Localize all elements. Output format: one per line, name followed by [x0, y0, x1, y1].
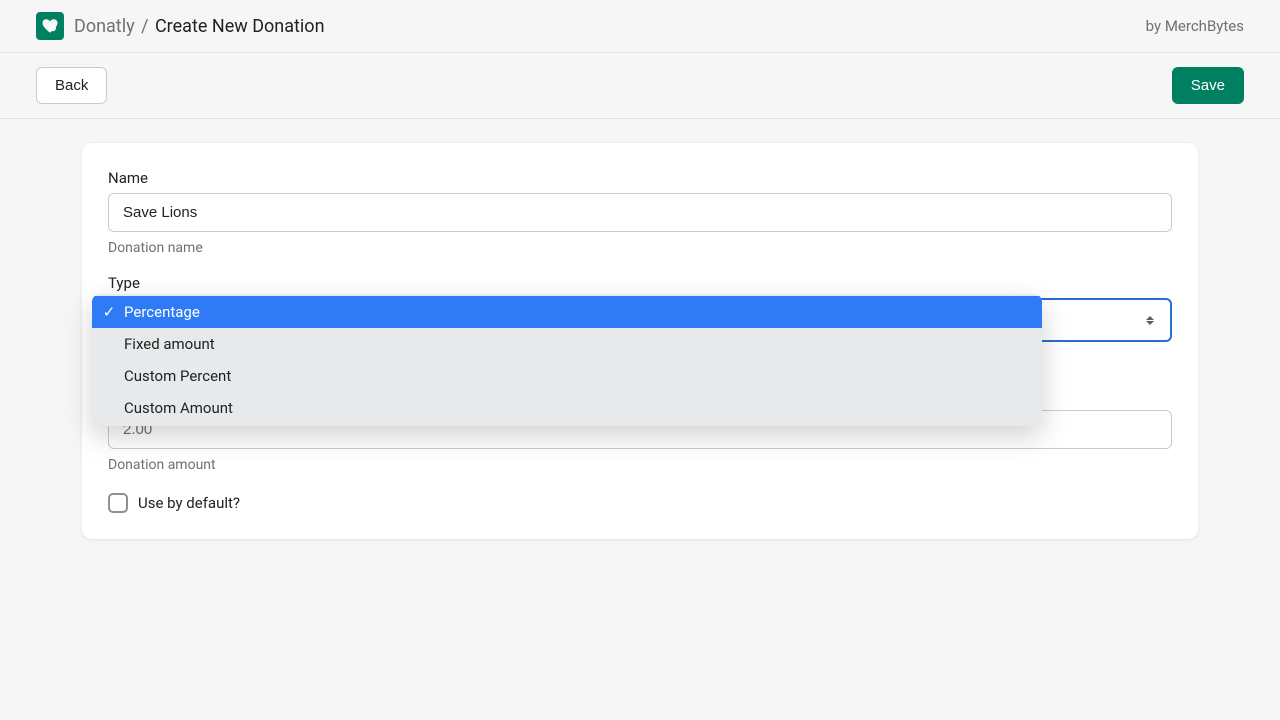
action-bar: Back Save	[0, 53, 1280, 119]
type-option-label: Fixed amount	[124, 332, 215, 356]
back-button[interactable]: Back	[36, 67, 107, 104]
check-icon: ✓	[102, 300, 116, 324]
name-helper: Donation name	[108, 240, 1172, 256]
form-card: Name Donation name Type ✓ Percentage	[82, 143, 1198, 539]
type-option-custom-percent[interactable]: Custom Percent	[92, 360, 1042, 392]
heart-hand-icon	[41, 17, 59, 35]
name-input[interactable]	[108, 193, 1172, 232]
breadcrumb-separator: /	[141, 16, 148, 37]
type-option-percentage[interactable]: ✓ Percentage	[92, 296, 1042, 328]
type-field: Type ✓ Percentage Fixed a	[108, 274, 1172, 342]
type-option-custom-amount[interactable]: Custom Amount	[92, 392, 1042, 424]
breadcrumb: Donatly / Create New Donation	[74, 16, 325, 37]
name-label: Name	[108, 169, 1172, 187]
save-button[interactable]: Save	[1172, 67, 1244, 104]
attribution: by MerchBytes	[1146, 17, 1244, 35]
name-field: Name Donation name	[108, 169, 1172, 256]
type-option-label: Custom Percent	[124, 364, 231, 388]
default-checkbox[interactable]	[108, 493, 128, 513]
chevron-updown-icon	[1144, 316, 1156, 325]
page-title: Create New Donation	[155, 16, 325, 37]
content-area: Name Donation name Type ✓ Percentage	[0, 119, 1280, 599]
type-option-fixed-amount[interactable]: Fixed amount	[92, 328, 1042, 360]
type-label: Type	[108, 274, 1172, 292]
app-logo	[36, 12, 64, 40]
default-field: Use by default?	[108, 493, 1172, 513]
type-option-label: Percentage	[124, 300, 200, 324]
type-dropdown: ✓ Percentage Fixed amount Custom Percent…	[92, 294, 1042, 426]
header-left: Donatly / Create New Donation	[36, 12, 325, 40]
breadcrumb-app[interactable]: Donatly	[74, 16, 135, 37]
amount-helper: Donation amount	[108, 457, 1172, 473]
default-label: Use by default?	[138, 494, 240, 512]
app-header: Donatly / Create New Donation by MerchBy…	[0, 0, 1280, 53]
type-option-label: Custom Amount	[124, 396, 233, 420]
type-select-wrap: ✓ Percentage Fixed amount Custom Percent…	[108, 298, 1172, 342]
